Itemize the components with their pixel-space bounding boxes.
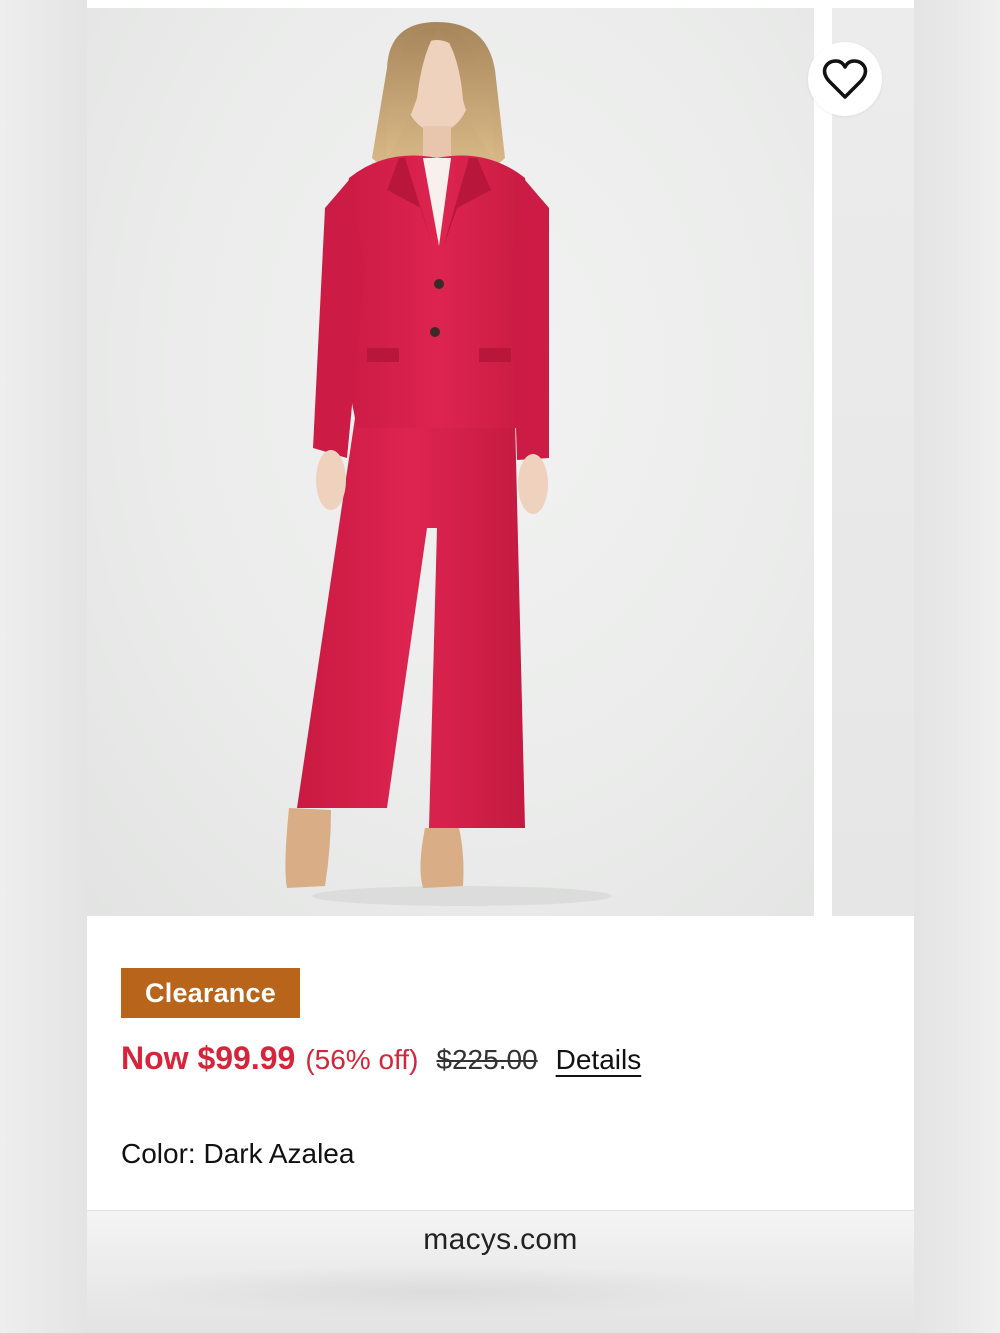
heart-outline-icon [822, 59, 868, 99]
price-row: Now $99.99 (56% off) $225.00 Details [121, 1040, 641, 1084]
selected-color: Color: Dark Azalea [121, 1138, 355, 1169]
product-info: Clearance Now $99.99 (56% off) $225.00 D… [87, 916, 914, 1210]
product-photo[interactable] [87, 8, 814, 916]
bottom-bar-backdrop [127, 1267, 747, 1317]
product-image-gallery[interactable] [87, 8, 914, 916]
model-suit-illustration [285, 22, 612, 906]
sale-price: Now $99.99 [121, 1040, 296, 1076]
clearance-badge: Clearance [121, 968, 300, 1018]
right-backdrop [914, 0, 1000, 1333]
price-details-link[interactable]: Details [556, 1044, 642, 1076]
discount-percent: (56% off) [305, 1044, 419, 1075]
left-backdrop [0, 0, 87, 1333]
wishlist-button[interactable] [808, 42, 882, 116]
browser-bottom-bar: macys.com [87, 1210, 914, 1333]
next-product-photo-peek[interactable] [832, 8, 914, 916]
product-card: Clearance Now $99.99 (56% off) $225.00 D… [87, 0, 914, 1333]
original-price: $225.00 [436, 1044, 538, 1075]
address-bar-domain[interactable]: macys.com [87, 1223, 914, 1257]
